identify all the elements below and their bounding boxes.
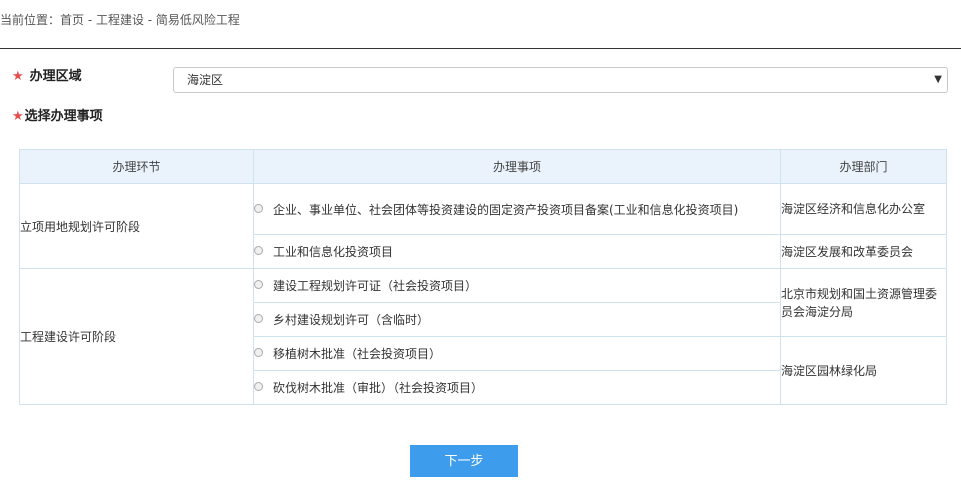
item-label: 乡村建设规划许可（含临时） xyxy=(273,313,430,327)
region-select-value: 海淀区 xyxy=(187,73,224,87)
required-mark: ★ xyxy=(12,69,24,84)
stage-cell: 工程建设许可阶段 xyxy=(19,268,254,405)
item-cell[interactable]: 建设工程规划许可证（社会投资项目） xyxy=(253,268,781,303)
breadcrumb: 当前位置：首页 - 工程建设 - 简易低风险工程 xyxy=(0,13,240,27)
department-cell: 海淀区发展和改革委员会 xyxy=(780,234,947,269)
item-cell[interactable]: 企业、事业单位、社会团体等投资建设的固定资产投资项目备案(工业和信息化投资项目) xyxy=(253,183,781,235)
table-row: 立项用地规划许可阶段 企业、事业单位、社会团体等投资建设的固定资产投资项目备案(… xyxy=(19,183,947,269)
radio-button[interactable] xyxy=(254,314,263,323)
region-select[interactable]: 海淀区 ▼ xyxy=(173,67,948,93)
required-mark: ★ xyxy=(12,109,24,124)
items-table: 办理环节 办理事项 办理部门 立项用地规划许可阶段 企业、事业单位、社会团体等投… xyxy=(19,149,947,405)
item-cell[interactable]: 砍伐树木批准（审批）（社会投资项目） xyxy=(253,370,781,405)
table-header-row: 办理环节 办理事项 办理部门 xyxy=(19,149,947,184)
column-header-department: 办理部门 xyxy=(780,149,947,184)
stage-cell: 立项用地规划许可阶段 xyxy=(19,183,254,269)
column-header-stage: 办理环节 xyxy=(19,149,254,184)
item-cell[interactable]: 工业和信息化投资项目 xyxy=(253,234,781,269)
item-label: 移植树木批准（社会投资项目） xyxy=(273,347,442,361)
department-cell: 海淀区经济和信息化办公室 xyxy=(780,183,947,235)
dropdown-arrow-icon: ▼ xyxy=(934,74,942,85)
items-field-label: ★选择办理事项 xyxy=(12,107,103,127)
item-label: 企业、事业单位、社会团体等投资建设的固定资产投资项目备案(工业和信息化投资项目) xyxy=(273,202,739,217)
radio-button[interactable] xyxy=(254,382,263,391)
radio-button[interactable] xyxy=(254,246,263,255)
region-label-text: 办理区域 xyxy=(29,69,82,84)
items-label-text: 选择办理事项 xyxy=(24,109,103,124)
table-row: 工程建设许可阶段 建设工程规划许可证（社会投资项目） 北京市规划和国土资源管理委… xyxy=(19,268,947,405)
radio-button[interactable] xyxy=(254,348,263,357)
next-step-button[interactable]: 下一步 xyxy=(410,445,518,477)
radio-button[interactable] xyxy=(254,280,263,289)
item-label: 砍伐树木批准（审批）（社会投资项目） xyxy=(273,381,484,395)
item-label: 工业和信息化投资项目 xyxy=(273,245,394,259)
item-cell[interactable]: 乡村建设规划许可（含临时） xyxy=(253,302,781,337)
region-field-label: ★ 办理区域 xyxy=(12,67,82,87)
radio-button[interactable] xyxy=(254,203,263,213)
department-cell: 北京市规划和国土资源管理委员会海淀分局 xyxy=(780,268,947,337)
item-cell[interactable]: 移植树木批准（社会投资项目） xyxy=(253,336,781,371)
header-divider xyxy=(0,48,961,49)
item-label: 建设工程规划许可证（社会投资项目） xyxy=(273,279,478,293)
column-header-item: 办理事项 xyxy=(253,149,781,184)
department-cell: 海淀区园林绿化局 xyxy=(780,336,947,405)
